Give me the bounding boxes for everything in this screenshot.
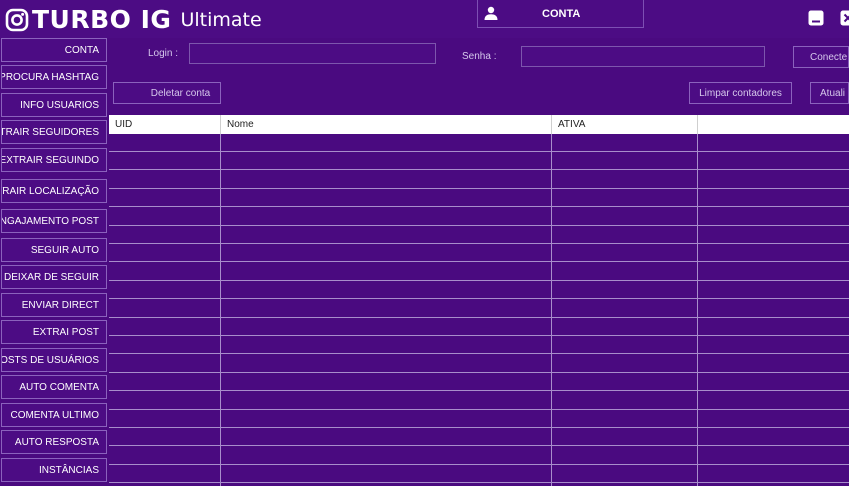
user-icon (484, 6, 498, 20)
instagram-icon (5, 8, 29, 32)
update-button[interactable]: Atuali (810, 82, 849, 104)
sidebar-item-extrair-seguidores[interactable]: EXTRAIR SEGUIDORES (1, 120, 107, 144)
sidebar-item-enviar-direct[interactable]: ENVIAR DIRECT (1, 293, 107, 317)
column-header-nome[interactable]: Nome (221, 115, 552, 134)
column-header-extra[interactable] (698, 115, 849, 134)
sidebar-item-comenta-ultimo[interactable]: COMENTA ULTIMO (1, 403, 107, 427)
accounts-table: UID Nome ATIVA (109, 115, 849, 486)
title-bar: TURBO IG Ultimate CONTA (0, 0, 849, 38)
sidebar-item-info-usuarios[interactable]: INFO USUARIOS (1, 93, 107, 117)
column-divider (697, 134, 698, 486)
sidebar-item-conta[interactable]: CONTA (1, 38, 107, 62)
senha-label: Senha : (462, 51, 497, 62)
table-header: UID Nome ATIVA (109, 115, 849, 134)
column-header-uid[interactable]: UID (109, 115, 221, 134)
column-header-ativa[interactable]: ATIVA (552, 115, 698, 134)
clear-counters-button[interactable]: Limpar contadores (689, 82, 792, 104)
app-brand: TURBO IG (32, 5, 172, 34)
sidebar-item-extrair-localizacao[interactable]: EXTRAIR LOCALIZAÇÃO (1, 179, 107, 203)
column-divider (220, 134, 221, 486)
account-tab[interactable]: CONTA (477, 0, 644, 28)
delete-account-button[interactable]: Deletar conta (113, 82, 221, 104)
column-divider (551, 134, 552, 486)
sidebar-item-deixar-de-seguir[interactable]: DEIXAR DE SEGUIR (1, 265, 107, 289)
sidebar-item-procura-hashtag[interactable]: PROCURA HASHTAG (1, 65, 107, 89)
sidebar-item-extrair-seguindo[interactable]: EXTRAIR SEGUINDO (1, 148, 107, 172)
login-label: Login : (148, 48, 179, 59)
minimize-button[interactable] (808, 10, 824, 26)
app-logo: TURBO IG Ultimate (5, 5, 262, 35)
sidebar-item-engajamento-post[interactable]: ENGAJAMENTO POST (1, 209, 107, 233)
senha-input[interactable] (521, 46, 765, 67)
sidebar-item-auto-comenta[interactable]: AUTO COMENTA (1, 375, 107, 399)
close-button[interactable] (840, 10, 849, 26)
sidebar-item-instancias[interactable]: INSTÂNCIAS (1, 458, 107, 482)
login-input[interactable] (189, 43, 436, 64)
app-edition: Ultimate (180, 9, 262, 31)
sidebar-item-extrai-post[interactable]: EXTRAI POST (1, 320, 107, 344)
sidebar-item-seguir-auto[interactable]: SEGUIR AUTO (1, 238, 107, 262)
connect-button[interactable]: Conecte (793, 46, 849, 68)
sidebar-item-auto-resposta[interactable]: AUTO RESPOSTA (1, 430, 107, 454)
sidebar-item-posts-de-usuarios[interactable]: POSTS DE USUÁRIOS (1, 348, 107, 372)
account-tab-label: CONTA (542, 8, 581, 20)
